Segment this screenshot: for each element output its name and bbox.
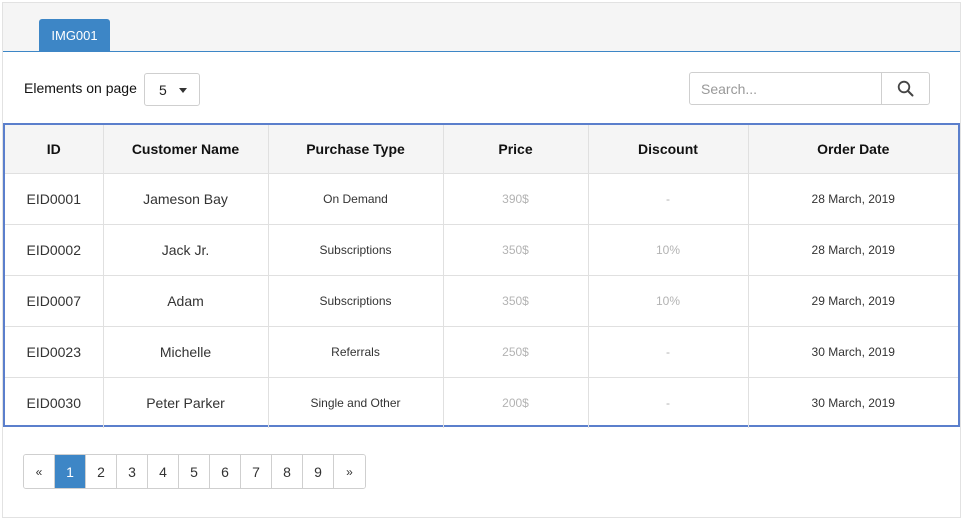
cell-order-date: 30 March, 2019: [811, 395, 895, 410]
column-header-discount[interactable]: Discount: [588, 125, 749, 174]
pagination-page-2[interactable]: 2: [86, 455, 117, 488]
tab-bar: IMG001: [3, 3, 960, 52]
pagination-page-5[interactable]: 5: [179, 455, 210, 488]
elements-on-page-label: Elements on page: [24, 80, 137, 96]
page-size-value: 5: [159, 81, 167, 98]
cell-customer-name: Jameson Bay: [103, 173, 269, 225]
cell-order-date: 28 March, 2019: [748, 173, 958, 225]
cell-price: 350$: [443, 224, 589, 276]
cell-purchase-type: On Demand: [268, 173, 444, 225]
pagination-page-8[interactable]: 8: [272, 455, 303, 488]
pagination-next-button[interactable]: »: [334, 455, 365, 488]
column-header-purchase-type[interactable]: Purchase Type: [268, 125, 444, 174]
pagination: « 1 2 3 4 5 6 7 8 9 »: [23, 454, 366, 489]
cell-price: 390$: [443, 173, 589, 225]
cell-order-date: 29 March, 2019: [748, 275, 958, 327]
cell-customer-name: Jack Jr.: [103, 224, 269, 276]
cell-customer-name: Michelle: [103, 326, 269, 378]
cell-purchase-type: Referrals: [268, 326, 444, 378]
pagination-page-6[interactable]: 6: [210, 455, 241, 488]
cell-id: EID0023: [5, 326, 104, 378]
table-row[interactable]: EID0007 Adam Subscriptions 350$ 10% 29 M…: [5, 275, 958, 327]
column-header-order-date[interactable]: Order Date: [748, 125, 958, 174]
cell-id: EID0007: [5, 275, 104, 327]
cell-discount: 10%: [588, 275, 749, 327]
search-button[interactable]: [881, 72, 930, 105]
cell-discount: -: [588, 377, 749, 428]
pagination-page-7[interactable]: 7: [241, 455, 272, 488]
table-row[interactable]: EID0030 Peter Parker Single and Other 20…: [5, 377, 958, 428]
pagination-page-3[interactable]: 3: [117, 455, 148, 488]
pagination-page-9[interactable]: 9: [303, 455, 334, 488]
pagination-page-4[interactable]: 4: [148, 455, 179, 488]
cell-purchase-type: Subscriptions: [268, 224, 444, 276]
cell-purchase-type: Single and Other: [268, 377, 444, 428]
cell-discount: -: [588, 173, 749, 225]
app-frame: IMG001 Elements on page 5 ID Customer Na…: [2, 2, 961, 518]
table-row[interactable]: EID0023 Michelle Referrals 250$ - 30 Mar…: [5, 326, 958, 378]
cell-discount: -: [588, 326, 749, 378]
cell-customer-name: Adam: [103, 275, 269, 327]
pagination-prev-button[interactable]: «: [24, 455, 55, 488]
column-header-id[interactable]: ID: [5, 125, 104, 174]
column-header-price[interactable]: Price: [443, 125, 589, 174]
cell-order-date: 30 March, 2019: [748, 326, 958, 378]
tab-img001[interactable]: IMG001: [39, 19, 110, 52]
table-row[interactable]: EID0002 Jack Jr. Subscriptions 350$ 10% …: [5, 224, 958, 276]
cell-price: 350$: [443, 275, 589, 327]
chevron-down-icon: [179, 88, 187, 93]
cell-id: EID0002: [5, 224, 104, 276]
cell-discount: 10%: [588, 224, 749, 276]
column-header-customer-name[interactable]: Customer Name: [103, 125, 269, 174]
page-size-select[interactable]: 5: [144, 73, 200, 106]
pagination-page-1[interactable]: 1: [55, 455, 86, 488]
cell-id: EID0001: [5, 173, 104, 225]
cell-customer-name: Peter Parker: [103, 377, 269, 428]
cell-price: 250$: [443, 326, 589, 378]
search-input[interactable]: [689, 72, 882, 105]
orders-table: ID Customer Name Purchase Type Price Dis…: [3, 123, 960, 428]
table-header-row: ID Customer Name Purchase Type Price Dis…: [5, 125, 958, 174]
cell-order-date: 28 March, 2019: [748, 224, 958, 276]
search-icon: [897, 80, 914, 97]
cell-price: 200$: [443, 377, 589, 428]
table-row[interactable]: EID0001 Jameson Bay On Demand 390$ - 28 …: [5, 173, 958, 225]
cell-purchase-type: Subscriptions: [268, 275, 444, 327]
cell-id: EID0030: [5, 377, 104, 428]
